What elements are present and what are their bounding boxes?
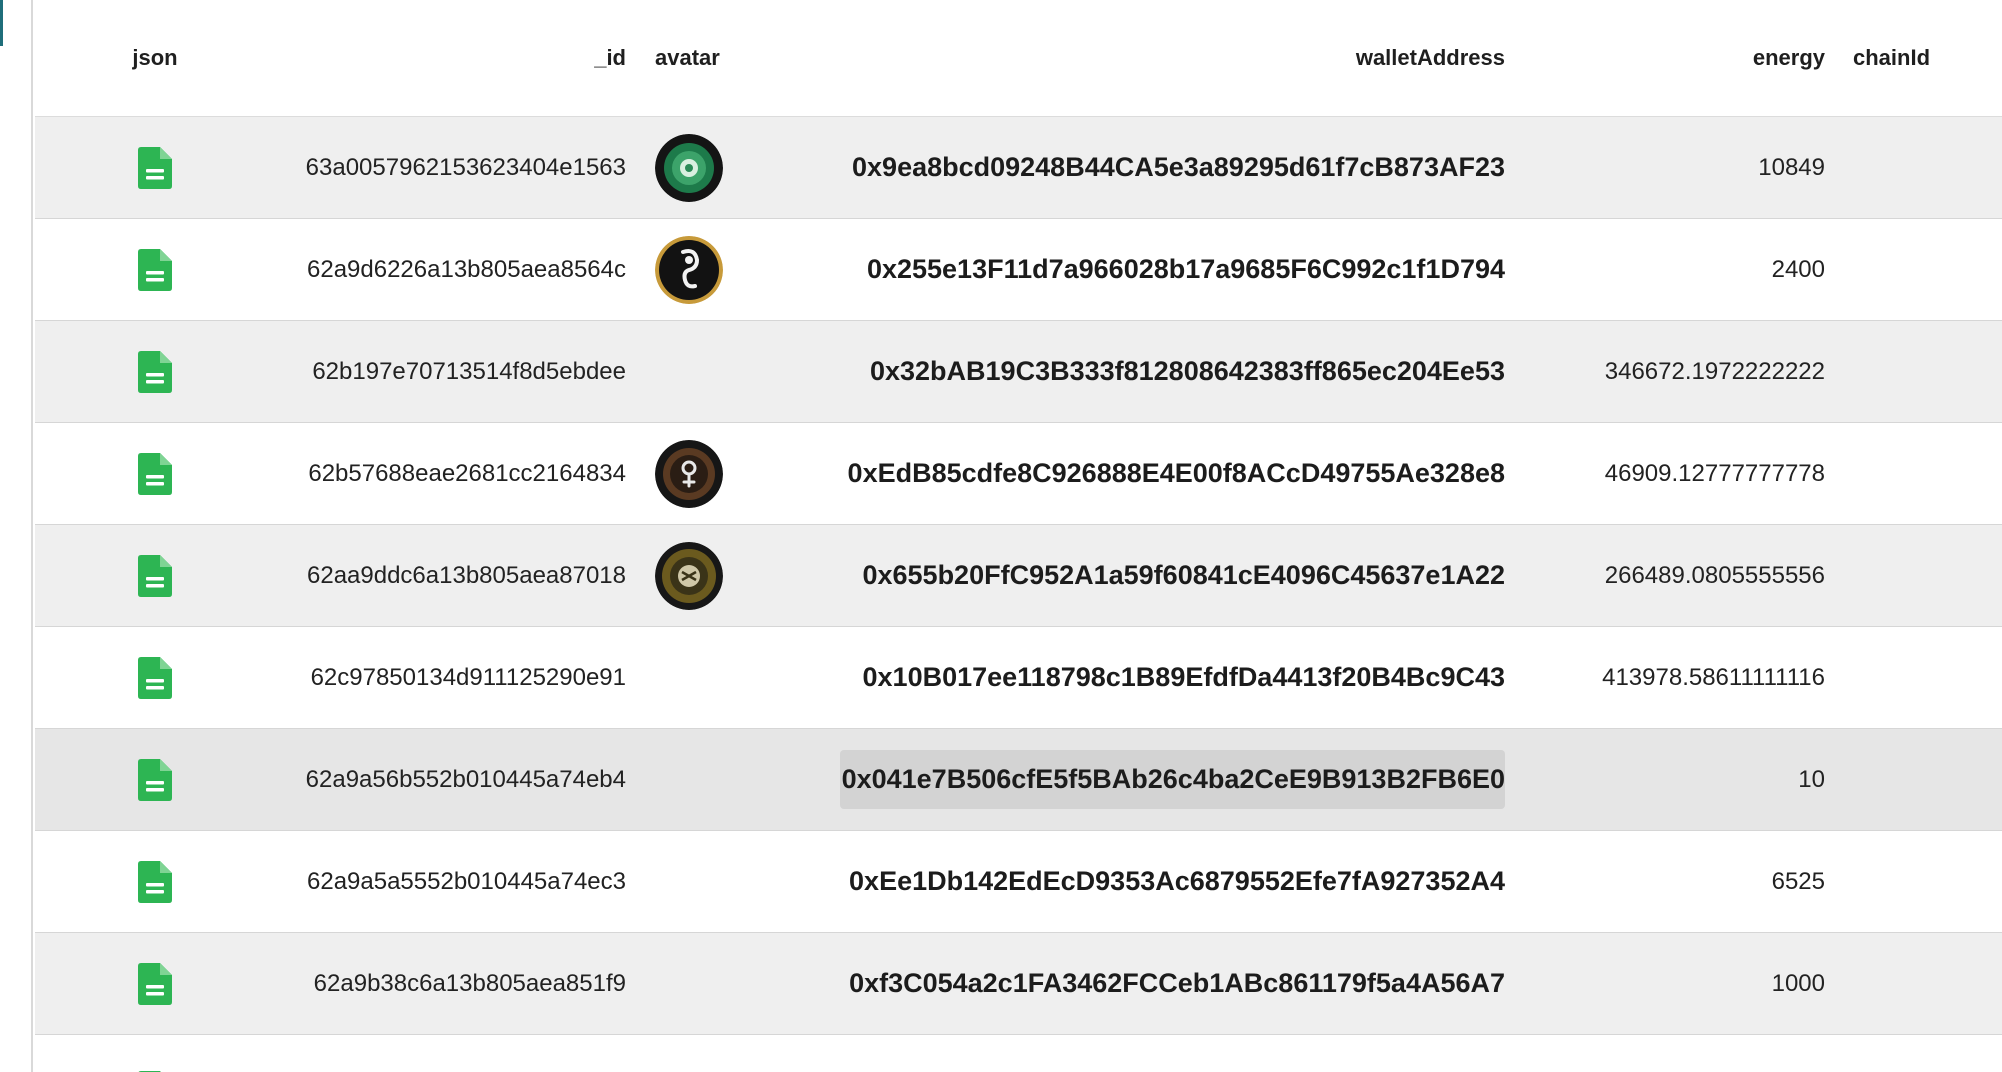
json-document-icon[interactable] [138,656,172,699]
id-cell: 62aa9ddc6a13b805aea87018 [307,561,626,589]
wallet-address-value[interactable]: 0x255e13F11d7a966028b17a9685F6C992c1f1D7… [865,240,1505,299]
json-cell[interactable] [95,117,215,218]
avatar-image [655,133,723,202]
json-cell[interactable] [95,423,215,524]
table-row[interactable]: 63a0057962153623404e1563 0x9ea8bcd09248B… [35,117,2002,219]
chain-id-cell [1853,831,2002,932]
chain-id-cell [1853,933,2002,1034]
json-cell[interactable] [95,321,215,422]
wallet-address-value[interactable]: 0xf3C054a2c1FA3462FCCeb1ABc861179f5a4A56… [847,954,1505,1013]
wallet-address-value[interactable]: 0x32bAB19C3B333f812808642383ff865ec204Ee… [868,342,1505,401]
json-document-icon[interactable] [138,962,172,1005]
wallet-address-cell[interactable]: 0xEdB85cdfe8C926888E4E00f8ACcD49755Ae328… [795,423,1505,524]
energy-cell: 413978.58611111116 [1602,663,1825,691]
json-document-icon[interactable] [138,554,172,597]
json-document-icon[interactable] [138,758,172,801]
avatar-image [655,235,723,304]
json-document-icon[interactable] [138,248,172,291]
chain-id-cell [1853,219,2002,320]
id-cell: 62b57688eae2681cc2164834 [308,459,626,487]
json-cell[interactable] [95,831,215,932]
id-cell: 62a9a56b552b010445a74eb4 [305,765,626,793]
avatar-cell [655,627,795,728]
column-header-chain-id[interactable]: chainId [1853,0,2002,116]
avatar-cell [655,219,795,320]
avatar-cell [655,729,795,830]
energy-cell: 46909.12777777778 [1604,459,1825,487]
wallet-address-cell[interactable]: 0x655b20FfC952A1a59f60841cE4096C45637e1A… [795,525,1505,626]
energy-cell: 1000 [1771,969,1825,997]
wallet-address-cell[interactable]: 0x041e7B506cfE5f5BAb26c4ba2CeE9B913B2FB6… [795,729,1505,830]
wallet-address-value[interactable]: 0xEdB85cdfe8C926888E4E00f8ACcD49755Ae328… [846,444,1505,503]
avatar-cell [655,321,795,422]
id-cell: 62a9a5a5552b010445a74ec3 [307,867,626,895]
json-document-icon[interactable] [138,452,172,495]
id-cell: 62b197e70713514f8d5ebdee [312,357,626,385]
table-row[interactable]: 62b57688eae2681cc2164834 0xEdB85cdfe8C92… [35,423,2002,525]
json-cell[interactable] [95,525,215,626]
side-panel-edge [0,0,33,1072]
json-cell[interactable] [95,1035,215,1072]
avatar-cell [655,933,795,1034]
id-cell: 62a9b38c6a13b805aea851f9 [313,969,626,997]
id-cell: 63a0057962153623404e1563 [305,153,626,181]
avatar-cell [655,117,795,218]
id-cell: 62a9d6226a13b805aea8564c [307,255,626,283]
wallet-address-cell[interactable]: 0xEe1Db142EdEcD9353Ac6879552Efe7fA927352… [795,831,1505,932]
wallet-address-cell[interactable]: 0x32bAB19C3B333f812808642383ff865ec204Ee… [795,321,1505,422]
energy-cell: 266489.0805555556 [1604,561,1825,589]
wallet-address-cell[interactable]: 0x255e13F11d7a966028b17a9685F6C992c1f1D7… [795,219,1505,320]
chain-id-cell [1853,117,2002,218]
table-row[interactable]: 62aa9ddc6a13b805aea87018 0x655b20FfC952A… [35,525,2002,627]
table-row[interactable]: 62a9b38c6a13b805aea851f9 0xf3C054a2c1FA3… [35,933,2002,1035]
wallet-address-value-selected[interactable]: 0x041e7B506cfE5f5BAb26c4ba2CeE9B913B2FB6… [839,750,1505,809]
column-header-avatar[interactable]: avatar [655,0,795,116]
table-row-partial[interactable] [35,1035,2002,1072]
wallet-address-value[interactable]: 0x10B017ee118798c1B89EfdfDa4413f20B4Bc9C… [861,648,1505,707]
json-document-icon[interactable] [138,860,172,903]
chain-id-cell [1853,423,2002,524]
active-indicator [0,0,3,46]
wallet-address-cell[interactable]: 0x9ea8bcd09248B44CA5e3a89295d61f7cB873AF… [795,117,1505,218]
energy-cell: 10 [1798,765,1825,793]
records-table: json _id avatar walletAddress energy cha… [35,0,2002,1072]
chain-id-cell [1853,729,2002,830]
chain-id-cell [1853,321,2002,422]
avatar-cell [655,423,795,524]
wallet-address-value[interactable]: 0xEe1Db142EdEcD9353Ac6879552Efe7fA927352… [847,852,1505,911]
json-document-icon[interactable] [138,146,172,189]
table-row[interactable]: 62a9a56b552b010445a74eb4 0x041e7B506cfE5… [35,729,2002,831]
wallet-address-cell[interactable]: 0x10B017ee118798c1B89EfdfDa4413f20B4Bc9C… [795,627,1505,728]
column-header-energy[interactable]: energy [1505,0,1825,116]
json-cell[interactable] [95,219,215,320]
table-header: json _id avatar walletAddress energy cha… [35,0,2002,117]
json-cell[interactable] [95,729,215,830]
energy-cell: 6525 [1771,867,1825,895]
column-header-id[interactable]: _id [215,0,626,116]
id-cell: 62c97850134d911125290e91 [310,663,626,691]
wallet-address-value[interactable]: 0x9ea8bcd09248B44CA5e3a89295d61f7cB873AF… [850,138,1505,197]
json-cell[interactable] [95,627,215,728]
column-header-wallet-address[interactable]: walletAddress [795,0,1505,116]
energy-cell: 346672.1972222222 [1604,357,1825,385]
data-grid-page: json _id avatar walletAddress energy cha… [0,0,2002,1072]
chain-id-cell [1853,627,2002,728]
avatar-image [655,541,723,610]
wallet-address-cell[interactable]: 0xf3C054a2c1FA3462FCCeb1ABc861179f5a4A56… [795,933,1505,1034]
column-header-json[interactable]: json [95,0,215,116]
energy-cell: 2400 [1771,255,1825,283]
table-row[interactable]: 62c97850134d911125290e91 0x10B017ee11879… [35,627,2002,729]
table-row[interactable]: 62a9d6226a13b805aea8564c 0x255e13F11d7a9… [35,219,2002,321]
json-cell[interactable] [95,933,215,1034]
avatar-cell [655,525,795,626]
wallet-address-value[interactable]: 0x655b20FfC952A1a59f60841cE4096C45637e1A… [860,546,1505,605]
energy-cell: 10849 [1758,153,1825,181]
table-row[interactable]: 62b197e70713514f8d5ebdee 0x32bAB19C3B333… [35,321,2002,423]
avatar-image [655,439,723,508]
avatar-cell [655,831,795,932]
chain-id-cell [1853,525,2002,626]
table-row[interactable]: 62a9a5a5552b010445a74ec3 0xEe1Db142EdEcD… [35,831,2002,933]
json-document-icon[interactable] [138,350,172,393]
